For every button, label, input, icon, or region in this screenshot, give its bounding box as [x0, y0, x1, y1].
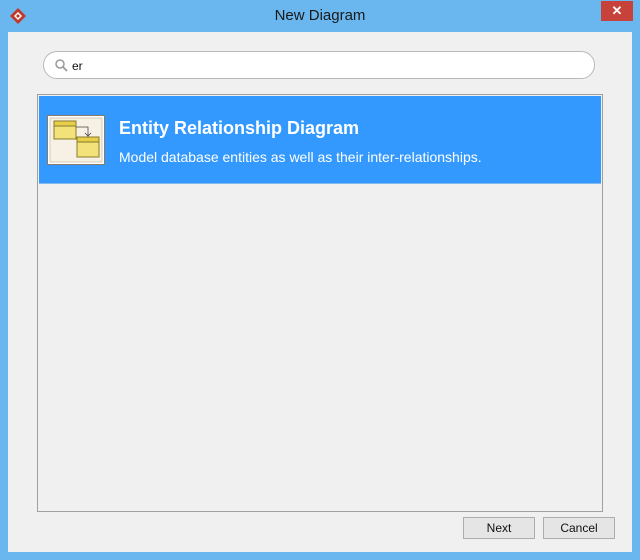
close-button[interactable]: ✕ [601, 1, 633, 21]
dialog-content: er Entity Relationship Diagram Model dat… [8, 32, 632, 552]
window-title: New Diagram [274, 7, 366, 24]
next-button[interactable]: Next [463, 517, 535, 539]
diagram-type-list: Entity Relationship Diagram Model databa… [37, 94, 603, 512]
erd-thumbnail-icon [47, 115, 105, 165]
cancel-button[interactable]: Cancel [543, 517, 615, 539]
new-diagram-dialog: New Diagram ✕ er Entity Relationship Dia… [0, 0, 640, 560]
search-value: er [72, 59, 83, 73]
search-icon [54, 58, 69, 73]
item-description: Model database entities as well as their… [119, 149, 482, 165]
search-input[interactable]: er [43, 51, 595, 79]
item-title: Entity Relationship Diagram [119, 118, 360, 138]
list-item-entity-relationship-diagram[interactable]: Entity Relationship Diagram Model databa… [39, 96, 601, 184]
title-bar: New Diagram ✕ [0, 0, 640, 32]
